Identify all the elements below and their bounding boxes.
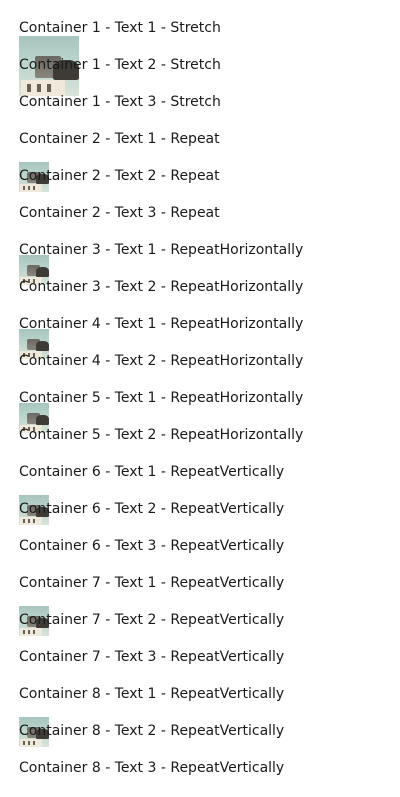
container-6-text-2: Container 6 - Text 2 - RepeatVertically [19,501,285,517]
container-4-text-2: Container 4 - Text 2 - RepeatHorizontall… [19,353,304,369]
container-8-text-1: Container 8 - Text 1 - RepeatVertically [19,686,285,702]
container-6-text-3: Container 6 - Text 3 - RepeatVertically [19,538,285,554]
container-8-text-2: Container 8 - Text 2 - RepeatVertically [19,723,285,739]
container-2-text-3: Container 2 - Text 3 - Repeat [19,205,220,221]
container-1-text-2: Container 1 - Text 2 - Stretch [19,57,221,73]
container-4-text-1: Container 4 - Text 1 - RepeatHorizontall… [19,316,304,332]
container-2-text-2: Container 2 - Text 2 - Repeat [19,168,220,184]
container-2-text-1: Container 2 - Text 1 - Repeat [19,131,220,147]
root-view: Container 1 - Text 1 - Stretch Container… [0,0,400,797]
container-1-text-3: Container 1 - Text 3 - Stretch [19,94,221,110]
container-7-text-3: Container 7 - Text 3 - RepeatVertically [19,649,285,665]
container-3-text-2: Container 3 - Text 2 - RepeatHorizontall… [19,279,304,295]
container-3-text-1: Container 3 - Text 1 - RepeatHorizontall… [19,242,304,258]
container-5-text-2: Container 5 - Text 2 - RepeatHorizontall… [19,427,304,443]
container-7-text-1: Container 7 - Text 1 - RepeatVertically [19,575,285,591]
container-8-text-3: Container 8 - Text 3 - RepeatVertically [19,760,285,776]
container-7-text-2: Container 7 - Text 2 - RepeatVertically [19,612,285,628]
container-1-text-1: Container 1 - Text 1 - Stretch [19,20,221,36]
container-6-text-1: Container 6 - Text 1 - RepeatVertically [19,464,285,480]
container-5-text-1: Container 5 - Text 1 - RepeatHorizontall… [19,390,304,406]
